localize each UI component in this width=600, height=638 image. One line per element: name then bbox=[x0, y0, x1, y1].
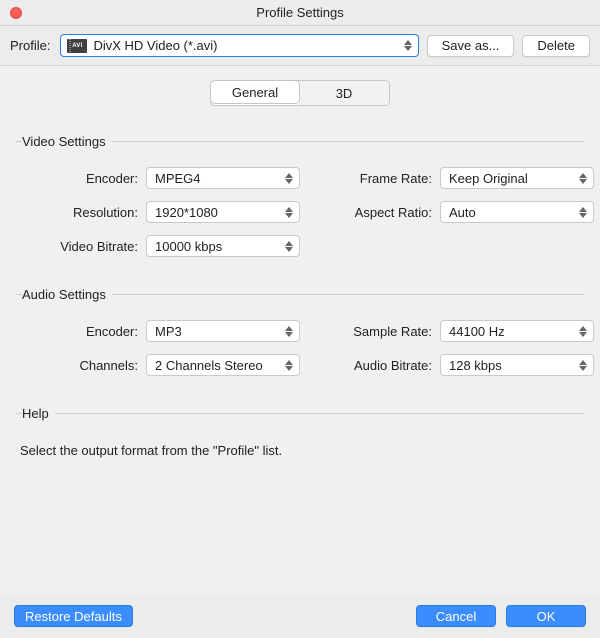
channels-select[interactable]: 2 Channels Stereo bbox=[146, 354, 300, 376]
chevron-updown-icon bbox=[404, 35, 412, 56]
help-text: Select the output format from the "Profi… bbox=[20, 443, 584, 458]
frame-rate-select[interactable]: Keep Original bbox=[440, 167, 594, 189]
save-as-button[interactable]: Save as... bbox=[427, 35, 515, 57]
audio-bitrate-select[interactable]: 128 kbps bbox=[440, 354, 594, 376]
audio-encoder-label: Encoder: bbox=[16, 324, 146, 339]
video-bitrate-label: Video Bitrate: bbox=[16, 239, 146, 254]
close-window-button[interactable] bbox=[10, 7, 22, 19]
profile-select[interactable]: AVI DivX HD Video (*.avi) bbox=[60, 34, 418, 57]
chevron-updown-icon bbox=[285, 321, 293, 341]
help-group: Help Select the output format from the "… bbox=[16, 406, 584, 458]
tab-3d[interactable]: 3D bbox=[299, 81, 389, 105]
toolbar: Profile: AVI DivX HD Video (*.avi) Save … bbox=[0, 26, 600, 66]
ok-button[interactable]: OK bbox=[506, 605, 586, 627]
sample-rate-label: Sample Rate: bbox=[300, 324, 440, 339]
video-settings-group: Video Settings Encoder: MPEG4 Frame Rate… bbox=[16, 134, 584, 257]
titlebar: Profile Settings bbox=[0, 0, 600, 26]
video-encoder-value: MPEG4 bbox=[155, 171, 201, 186]
delete-button[interactable]: Delete bbox=[522, 35, 590, 57]
chevron-updown-icon bbox=[285, 202, 293, 222]
audio-encoder-select[interactable]: MP3 bbox=[146, 320, 300, 342]
video-settings-legend: Video Settings bbox=[22, 134, 112, 149]
audio-settings-legend: Audio Settings bbox=[22, 287, 112, 302]
window-title: Profile Settings bbox=[256, 5, 343, 20]
chevron-updown-icon bbox=[579, 321, 587, 341]
chevron-updown-icon bbox=[285, 355, 293, 375]
sample-rate-select[interactable]: 44100 Hz bbox=[440, 320, 594, 342]
help-legend: Help bbox=[22, 406, 55, 421]
footer: Restore Defaults Cancel OK bbox=[0, 594, 600, 638]
aspect-ratio-label: Aspect Ratio: bbox=[300, 205, 440, 220]
aspect-ratio-value: Auto bbox=[449, 205, 476, 220]
resolution-select[interactable]: 1920*1080 bbox=[146, 201, 300, 223]
chevron-updown-icon bbox=[285, 168, 293, 188]
aspect-ratio-select[interactable]: Auto bbox=[440, 201, 594, 223]
audio-encoder-value: MP3 bbox=[155, 324, 182, 339]
tab-general[interactable]: General bbox=[210, 80, 300, 104]
resolution-value: 1920*1080 bbox=[155, 205, 218, 220]
profile-select-value: DivX HD Video (*.avi) bbox=[93, 38, 217, 53]
channels-value: 2 Channels Stereo bbox=[155, 358, 263, 373]
video-encoder-label: Encoder: bbox=[16, 171, 146, 186]
profile-label: Profile: bbox=[10, 38, 50, 53]
frame-rate-value: Keep Original bbox=[449, 171, 528, 186]
chevron-updown-icon bbox=[579, 202, 587, 222]
audio-settings-group: Audio Settings Encoder: MP3 Sample Rate:… bbox=[16, 287, 584, 376]
video-bitrate-select[interactable]: 10000 kbps bbox=[146, 235, 300, 257]
frame-rate-label: Frame Rate: bbox=[300, 171, 440, 186]
chevron-updown-icon bbox=[579, 168, 587, 188]
content-area: General 3D Video Settings Encoder: MPEG4… bbox=[0, 66, 600, 468]
channels-label: Channels: bbox=[16, 358, 146, 373]
chevron-updown-icon bbox=[579, 355, 587, 375]
file-format-icon: AVI bbox=[67, 39, 87, 53]
tab-row: General 3D bbox=[16, 80, 584, 106]
tab-segment: General 3D bbox=[210, 80, 390, 106]
audio-bitrate-label: Audio Bitrate: bbox=[300, 358, 440, 373]
audio-bitrate-value: 128 kbps bbox=[449, 358, 502, 373]
video-encoder-select[interactable]: MPEG4 bbox=[146, 167, 300, 189]
resolution-label: Resolution: bbox=[16, 205, 146, 220]
sample-rate-value: 44100 Hz bbox=[449, 324, 505, 339]
restore-defaults-button[interactable]: Restore Defaults bbox=[14, 605, 133, 627]
cancel-button[interactable]: Cancel bbox=[416, 605, 496, 627]
chevron-updown-icon bbox=[285, 236, 293, 256]
video-bitrate-value: 10000 kbps bbox=[155, 239, 222, 254]
